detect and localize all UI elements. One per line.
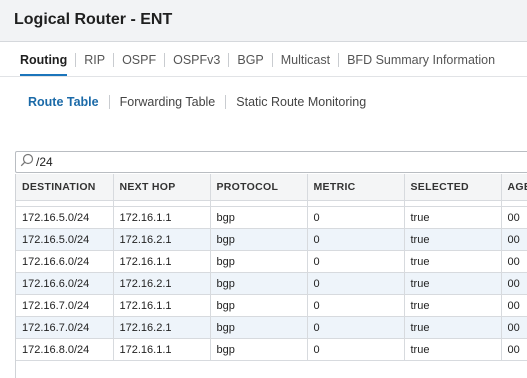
cell-protocol: bgp xyxy=(210,272,308,295)
cell-protocol: bgp xyxy=(210,316,308,339)
table-header-row: DESTINATION NEXT HOP PROTOCOL METRIC SEL… xyxy=(16,174,527,201)
cell-metric: 0 xyxy=(307,294,405,317)
tab-multicast[interactable]: Multicast xyxy=(273,53,338,67)
cell-protocol: bgp xyxy=(210,206,308,229)
cell-destination: 172.16.6.0/24 xyxy=(16,250,114,273)
cell-age: 00 xyxy=(501,272,527,295)
cell-next-hop: 172.16.2.1 xyxy=(113,272,211,295)
tab-ospf[interactable]: OSPF xyxy=(114,53,164,67)
search-icon xyxy=(16,153,34,172)
cell-age: 00 xyxy=(501,228,527,251)
cell-metric: 0 xyxy=(307,206,405,229)
cell-protocol: bgp xyxy=(210,294,308,317)
cell-metric: 0 xyxy=(307,316,405,339)
cell-metric: 0 xyxy=(307,338,405,361)
cell-protocol: bgp xyxy=(210,338,308,361)
cell-selected: true xyxy=(404,316,502,339)
column-header-age[interactable]: AGE xyxy=(501,174,527,201)
column-header-destination[interactable]: DESTINATION xyxy=(16,174,114,201)
cell-age: 00 xyxy=(501,206,527,229)
column-header-next-hop[interactable]: NEXT HOP xyxy=(113,174,211,201)
cell-selected: true xyxy=(404,338,502,361)
cell-next-hop: 172.16.1.1 xyxy=(113,294,211,317)
cell-metric: 0 xyxy=(307,250,405,273)
column-header-selected[interactable]: SELECTED xyxy=(404,174,502,201)
tab-rip[interactable]: RIP xyxy=(76,53,113,67)
cell-age: 00 xyxy=(501,294,527,317)
main-tab-bar: Routing RIP OSPF OSPFv3 BGP Multicast BF… xyxy=(0,43,527,77)
cell-age: 00 xyxy=(501,250,527,273)
cell-next-hop: 172.16.1.1 xyxy=(113,206,211,229)
cell-selected: true xyxy=(404,206,502,229)
subtab-route-table[interactable]: Route Table xyxy=(22,95,109,109)
subtab-static-route-monitoring[interactable]: Static Route Monitoring xyxy=(226,95,376,109)
table-row[interactable]: 172.16.5.0/24 172.16.1.1 bgp 0 true 00 xyxy=(16,206,527,229)
subtab-forwarding-table[interactable]: Forwarding Table xyxy=(110,95,226,109)
tab-ospfv3[interactable]: OSPFv3 xyxy=(165,53,228,67)
window-title: Logical Router - ENT xyxy=(14,11,173,28)
cell-age: 00 xyxy=(501,316,527,339)
cell-age: 00 xyxy=(501,338,527,361)
cell-destination: 172.16.7.0/24 xyxy=(16,294,114,317)
table-row[interactable]: 172.16.5.0/24 172.16.2.1 bgp 0 true 00 xyxy=(16,228,527,251)
route-table: DESTINATION NEXT HOP PROTOCOL METRIC SEL… xyxy=(15,174,527,378)
cell-metric: 0 xyxy=(307,272,405,295)
table-row[interactable]: 172.16.6.0/24 172.16.1.1 bgp 0 true 00 xyxy=(16,250,527,273)
cell-destination: 172.16.7.0/24 xyxy=(16,316,114,339)
column-header-protocol[interactable]: PROTOCOL xyxy=(210,174,308,201)
sub-tab-bar: Route Table Forwarding Table Static Rout… xyxy=(0,92,527,112)
cell-next-hop: 172.16.2.1 xyxy=(113,228,211,251)
search-input[interactable] xyxy=(34,155,518,169)
table-row[interactable]: 172.16.7.0/24 172.16.2.1 bgp 0 true 00 xyxy=(16,316,527,339)
cell-selected: true xyxy=(404,294,502,317)
cell-next-hop: 172.16.1.1 xyxy=(113,250,211,273)
table-row[interactable]: 172.16.7.0/24 172.16.1.1 bgp 0 true 00 xyxy=(16,294,527,317)
cell-metric: 0 xyxy=(307,228,405,251)
cell-selected: true xyxy=(404,228,502,251)
cell-destination: 172.16.5.0/24 xyxy=(16,228,114,251)
cell-protocol: bgp xyxy=(210,250,308,273)
tab-routing[interactable]: Routing xyxy=(12,53,75,76)
table-row[interactable]: 172.16.8.0/24 172.16.1.1 bgp 0 true 00 xyxy=(16,338,527,361)
cell-protocol: bgp xyxy=(210,228,308,251)
table-row[interactable]: 172.16.6.0/24 172.16.2.1 bgp 0 true 00 xyxy=(16,272,527,295)
cell-destination: 172.16.5.0/24 xyxy=(16,206,114,229)
tab-bfd-summary[interactable]: BFD Summary Information xyxy=(339,53,503,67)
cell-selected: true xyxy=(404,250,502,273)
tab-bgp[interactable]: BGP xyxy=(229,53,271,67)
cell-destination: 172.16.6.0/24 xyxy=(16,272,114,295)
cell-next-hop: 172.16.2.1 xyxy=(113,316,211,339)
column-header-metric[interactable]: METRIC xyxy=(307,174,405,201)
search-box xyxy=(15,151,527,173)
cell-destination: 172.16.8.0/24 xyxy=(16,338,114,361)
cell-selected: true xyxy=(404,272,502,295)
window-titlebar: Logical Router - ENT xyxy=(0,0,527,42)
cell-next-hop: 172.16.1.1 xyxy=(113,338,211,361)
